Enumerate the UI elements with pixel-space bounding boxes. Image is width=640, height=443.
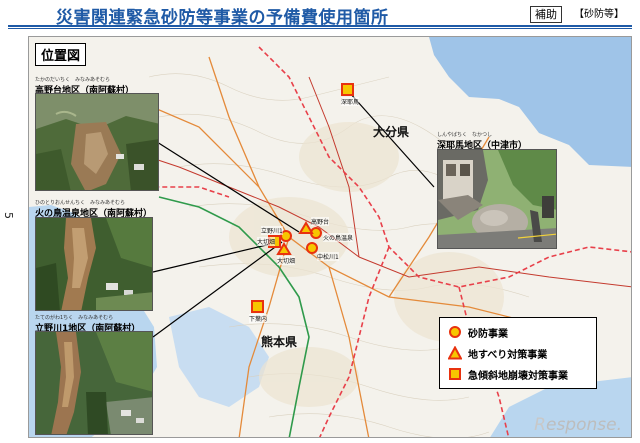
legend-label-landslide: 地すべり対策事業 bbox=[468, 349, 548, 361]
site-label-tatenogawa: 立野川1 bbox=[261, 226, 283, 235]
watermark-r: R bbox=[534, 415, 546, 435]
page-header: 災害関連緊急砂防等事業の予備費使用箇所 補助 【砂防等】 bbox=[0, 0, 640, 30]
legend-item-landslide: 地すべり対策事業 bbox=[448, 345, 547, 361]
site-label-hinotori: 火の鳥温泉 bbox=[323, 233, 354, 242]
header-rule-thin bbox=[8, 28, 632, 29]
watermark-rest: esponse. bbox=[545, 415, 622, 435]
map-legend: 砂防事業 地すべり対策事業 急傾斜地崩壊対策事業 bbox=[439, 317, 597, 389]
response-watermark: Response. bbox=[534, 415, 622, 435]
header-rule bbox=[8, 25, 632, 27]
marker-nakamatsu bbox=[306, 242, 318, 254]
location-map: 位置図 たかのだいちく みなみあそむら 高野台地区（南阿蘇村） ひのとりおんせん… bbox=[28, 36, 632, 438]
marker-yabakei bbox=[341, 83, 354, 96]
category-tag: 【砂防等】 bbox=[574, 9, 624, 20]
site-label-shimonoyama: 下葉内 bbox=[249, 314, 268, 323]
site-label-okirihata: 大切畑 bbox=[257, 237, 276, 246]
marker-shimonoyama bbox=[251, 300, 264, 313]
site-label-takanodai: 高野台 bbox=[311, 217, 330, 226]
legend-item-steep-slope: 急傾斜地崩壊対策事業 bbox=[448, 366, 568, 382]
site-label-nakamatsu: 中松川1 bbox=[317, 252, 339, 261]
page-number: 5 bbox=[2, 212, 15, 219]
legend-label-sabo: 砂防事業 bbox=[468, 328, 508, 340]
legend-circle-icon bbox=[449, 326, 461, 338]
site-label-ohkibashi: 大切畑 bbox=[277, 256, 296, 265]
legend-triangle-icon bbox=[448, 346, 462, 360]
legend-item-sabo: 砂防事業 bbox=[448, 324, 508, 340]
legend-label-steep-slope: 急傾斜地崩壊対策事業 bbox=[468, 370, 568, 382]
legend-square-icon bbox=[449, 368, 461, 380]
category-badge: 補助 bbox=[530, 6, 562, 23]
site-label-yabakei: 深耶馬 bbox=[341, 97, 360, 106]
